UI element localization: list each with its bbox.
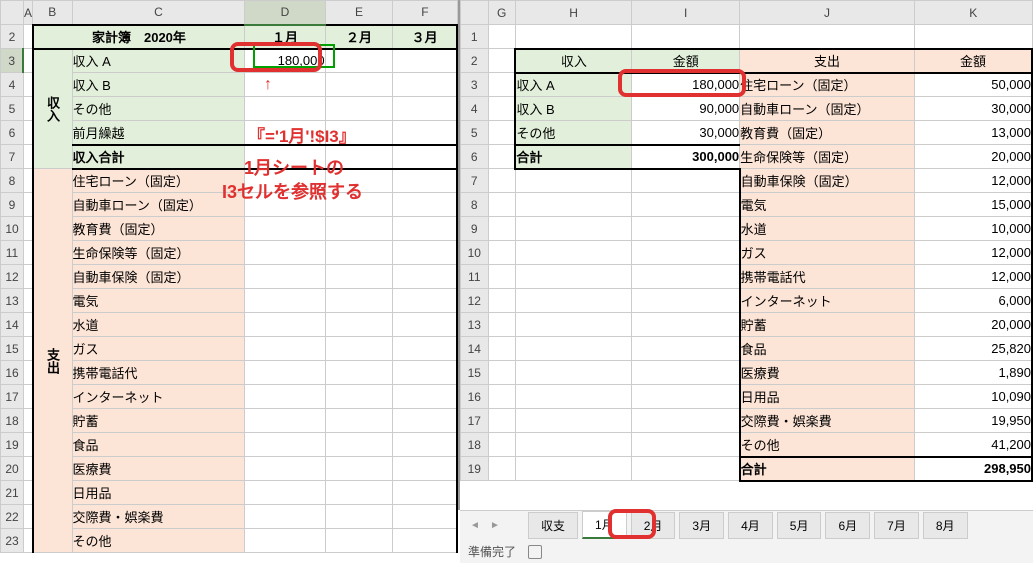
amount-hdr-1[interactable]: 金額 xyxy=(632,49,740,73)
corner[interactable] xyxy=(1,1,24,25)
col-E[interactable]: E xyxy=(325,1,393,25)
sheet-tabs-area: ◄ ► 収支 1月 2月 3月 4月 5月 6月 7月 8月 準備完了 xyxy=(460,510,1033,563)
expense-section: 支出 xyxy=(33,169,73,553)
month-1[interactable]: １月 xyxy=(245,25,325,49)
tab-jan[interactable]: 1月 xyxy=(582,511,627,539)
expense-hdr[interactable]: 支出 xyxy=(740,49,915,73)
col-B[interactable]: B xyxy=(33,1,73,25)
tab-summary[interactable]: 収支 xyxy=(528,512,578,539)
income-total[interactable]: 収入合計 xyxy=(72,145,245,169)
income-row-A[interactable]: 収入 A xyxy=(72,49,245,73)
right-grid[interactable]: G H I J K 1 2 収入 金額 支出 金額 3 収入 A 180,000… xyxy=(460,0,1033,482)
amount-hdr-2[interactable]: 金額 xyxy=(914,49,1032,73)
tab-may[interactable]: 5月 xyxy=(777,512,822,539)
tab-nav: ◄ ► 収支 1月 2月 3月 4月 5月 6月 7月 8月 xyxy=(460,511,1033,539)
tab-prev-icon[interactable]: ◄ xyxy=(466,516,484,534)
status-text: 準備完了 xyxy=(468,543,516,560)
right-pane: G H I J K 1 2 収入 金額 支出 金額 3 収入 A 180,000… xyxy=(460,0,1033,510)
left-pane: A B C D E F 2 家計簿 2020年 １月 ２月 ３月 3 収入 xyxy=(0,0,460,510)
month-2[interactable]: ２月 xyxy=(325,25,393,49)
tab-mar[interactable]: 3月 xyxy=(679,512,724,539)
cell-D3[interactable]: 180,000 xyxy=(245,49,325,73)
tab-jul[interactable]: 7月 xyxy=(874,512,919,539)
col-F[interactable]: F xyxy=(393,1,457,25)
month-3[interactable]: ３月 xyxy=(393,25,457,49)
income-hdr[interactable]: 収入 xyxy=(515,49,631,73)
macro-record-icon[interactable] xyxy=(528,545,542,559)
tab-aug[interactable]: 8月 xyxy=(923,512,968,539)
tab-next-icon[interactable]: ► xyxy=(486,516,504,534)
col-A[interactable]: A xyxy=(23,1,32,25)
title-cell[interactable]: 家計簿 2020年 xyxy=(33,25,245,49)
tab-apr[interactable]: 4月 xyxy=(728,512,773,539)
income-section: 収入 xyxy=(33,49,73,169)
row-2[interactable]: 2 xyxy=(1,25,24,49)
col-C[interactable]: C xyxy=(72,1,245,25)
row-3[interactable]: 3 xyxy=(1,49,24,73)
status-bar: 準備完了 xyxy=(460,539,1033,564)
col-D[interactable]: D xyxy=(245,1,325,25)
left-grid[interactable]: A B C D E F 2 家計簿 2020年 １月 ２月 ３月 3 収入 xyxy=(0,0,458,553)
tab-jun[interactable]: 6月 xyxy=(825,512,870,539)
tab-feb[interactable]: 2月 xyxy=(631,512,676,539)
